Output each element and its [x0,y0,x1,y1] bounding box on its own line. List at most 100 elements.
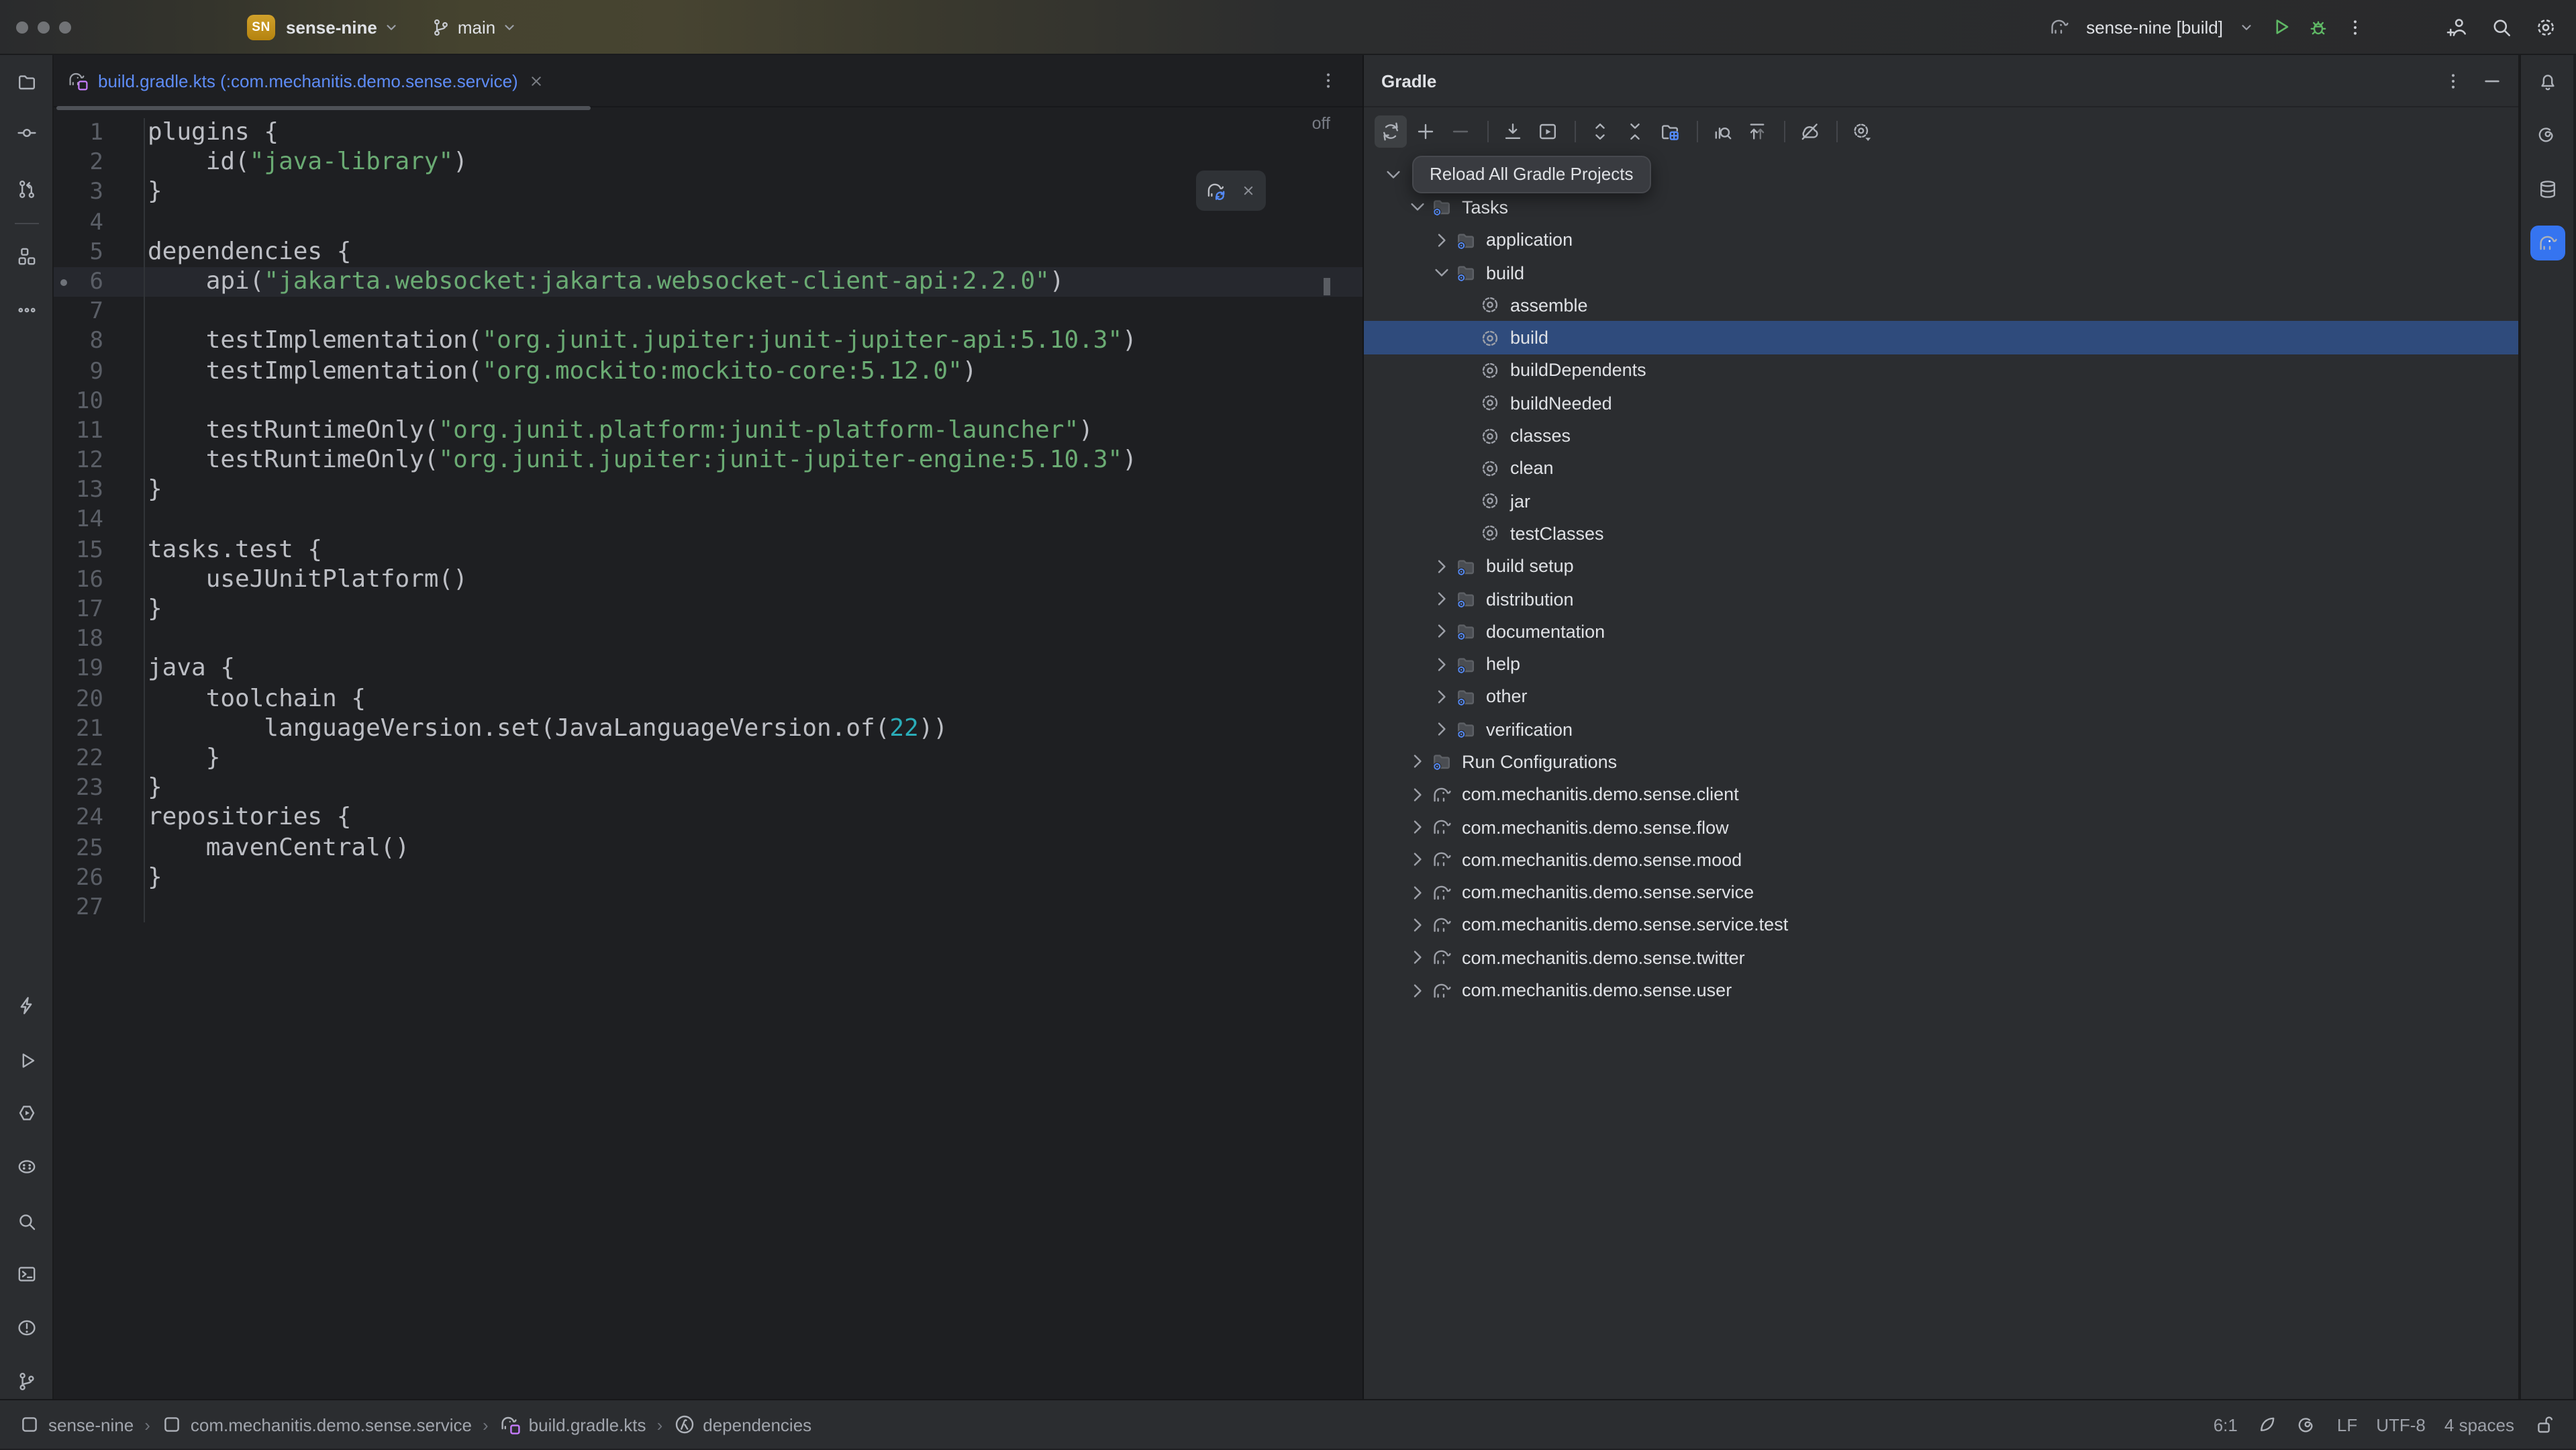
run-configuration-widget[interactable]: sense-nine [build] [2048,16,2254,38]
group-tasks-button[interactable] [1654,115,1686,147]
chevron-right-icon[interactable] [1407,979,1431,1001]
grazie-icon[interactable] [2257,1414,2278,1435]
line-number[interactable]: 10 [54,386,145,416]
breadcrumb-item-build-gradle-kts[interactable]: build.gradle.kts [499,1414,646,1435]
chevron-right-icon[interactable] [1431,588,1455,610]
line-number[interactable]: 8 [54,327,145,356]
expand-all-button[interactable] [1584,115,1616,147]
line-number[interactable]: 23 [54,773,145,803]
code-line-3[interactable]: 3} [54,178,1363,207]
code-line-12[interactable]: 12 testRuntimeOnly("org.junit.jupiter:ju… [54,446,1363,475]
chevron-right-icon[interactable] [1431,555,1455,577]
chevron-right-icon[interactable] [1407,914,1431,936]
reload-gradle-button[interactable] [1375,115,1407,147]
tree-node-clean[interactable]: clean [1364,452,2518,485]
code-line-9[interactable]: 9 testImplementation("org.mockito:mockit… [54,356,1363,386]
tree-node-jar[interactable]: jar [1364,485,2518,518]
chevron-right-icon[interactable] [1431,229,1455,250]
code-line-23[interactable]: 23} [54,773,1363,803]
code-line-20[interactable]: 20 toolchain { [54,684,1363,714]
hide-panel-button[interactable] [2482,70,2502,91]
scroll-to-source-button[interactable] [1741,115,1773,147]
sidebar-item-build[interactable] [9,988,44,1023]
chevron-right-icon[interactable] [1407,947,1431,969]
gradle-settings-button[interactable] [1846,115,1878,147]
line-number[interactable]: 14 [54,505,145,535]
breadcrumb-item-com-mechanitis-demo-sense-service[interactable]: com.mechanitis.demo.sense.service [161,1414,472,1435]
sidebar-item-services[interactable] [9,1096,44,1130]
add-button[interactable] [1409,115,1442,147]
code-line-2[interactable]: 2 id("java-library") [54,148,1363,177]
vcs-branch-widget[interactable]: main [431,17,517,37]
tab-scrollbar-thumb[interactable] [56,106,591,110]
line-number[interactable]: 21 [54,714,145,744]
line-number[interactable]: 18 [54,624,145,654]
tree-node-assemble[interactable]: assemble [1364,289,2518,322]
line-number[interactable]: 25 [54,833,145,863]
download-sources-button[interactable] [1497,115,1529,147]
chevron-down-icon[interactable] [1383,164,1407,185]
chevron-right-icon[interactable] [1407,816,1431,838]
tree-node-com-mechanitis-demo-sense-twitter[interactable]: com.mechanitis.demo.sense.twitter [1364,941,2518,974]
panel-options-button[interactable] [2443,70,2463,91]
tree-node-build[interactable]: build [1364,322,2518,354]
chevron-down-icon[interactable] [1431,262,1455,283]
code-line-24[interactable]: 24repositories { [54,804,1363,833]
tree-node-tasks[interactable]: Tasks [1364,191,2518,224]
line-number[interactable]: 16 [54,565,145,595]
gradle-sync-icon[interactable] [1205,179,1228,202]
tree-node-other[interactable]: other [1364,681,2518,714]
code-with-me-button[interactable] [2446,15,2469,38]
dependency-analyzer-button[interactable] [1706,115,1738,147]
indent-style-widget[interactable]: 4 spaces [2444,1414,2514,1435]
line-number[interactable]: 5 [54,238,145,267]
chevron-right-icon[interactable] [1431,653,1455,675]
code-line-8[interactable]: 8 testImplementation("org.junit.jupiter:… [54,327,1363,356]
code-line-15[interactable]: 15tasks.test { [54,535,1363,565]
remove-button[interactable] [1444,115,1477,147]
debug-button[interactable] [2308,16,2329,38]
sidebar-item-profiler[interactable] [9,1149,44,1184]
breadcrumb-item-sense-nine[interactable]: sense-nine [19,1414,134,1435]
caret-position-widget[interactable]: 6:1 [2214,1414,2238,1435]
line-number[interactable]: 20 [54,684,145,714]
chevron-right-icon[interactable] [1431,686,1455,708]
settings-button[interactable] [2534,15,2557,38]
tree-node-com-mechanitis-demo-sense-service-test[interactable]: com.mechanitis.demo.sense.service.test [1364,909,2518,942]
run-button[interactable] [2270,16,2291,38]
code-editor[interactable]: 1plugins {2 id("java-library")3}45depend… [54,118,1363,922]
code-line-19[interactable]: 19java { [54,655,1363,684]
sidebar-item-run[interactable] [9,1043,44,1078]
sidebar-item-structure[interactable] [9,239,44,274]
sidebar-item-notifications[interactable] [2530,64,2565,99]
search-everywhere-button[interactable] [2490,15,2513,38]
sidebar-item-project-folder[interactable] [9,64,44,99]
tree-node-build-setup[interactable]: build setup [1364,550,2518,583]
code-line-7[interactable]: 7 [54,297,1363,326]
tree-node-com-mechanitis-demo-sense-client[interactable]: com.mechanitis.demo.sense.client [1364,778,2518,811]
sidebar-item-problems[interactable] [9,1310,44,1345]
tree-node-verification[interactable]: verification [1364,713,2518,746]
editor-tab-build-gradle-kts[interactable]: build.gradle.kts (:com.mechanitis.demo.s… [54,55,558,106]
minimize-window-button[interactable] [38,21,50,33]
tree-node-build[interactable]: build [1364,256,2518,289]
highlighting-level-indicator[interactable]: off [1312,114,1330,133]
tree-node-distribution[interactable]: distribution [1364,583,2518,616]
chevron-right-icon[interactable] [1407,881,1431,903]
sidebar-item-gradle-active[interactable] [2530,226,2565,260]
sidebar-item-database[interactable] [2530,172,2565,207]
code-line-27[interactable]: 27 [54,893,1363,922]
line-number[interactable]: 26 [54,863,145,892]
close-window-button[interactable] [16,21,28,33]
file-encoding-widget[interactable]: UTF-8 [2376,1414,2426,1435]
project-widget[interactable]: sense-nine [286,17,399,37]
code-line-6[interactable]: 6 api("jakarta.websocket:jakarta.websock… [54,267,1363,297]
load-gradle-changes-widget[interactable] [1196,171,1266,211]
line-number[interactable]: 1 [54,118,145,148]
tab-options-button[interactable] [1318,70,1338,91]
sidebar-item-pull-requests[interactable] [9,172,44,207]
zoom-window-button[interactable] [59,21,71,33]
lock-open-icon[interactable] [2533,1414,2555,1435]
tree-node-application[interactable]: application [1364,224,2518,256]
tree-node-com-mechanitis-demo-sense-user[interactable]: com.mechanitis.demo.sense.user [1364,974,2518,1007]
